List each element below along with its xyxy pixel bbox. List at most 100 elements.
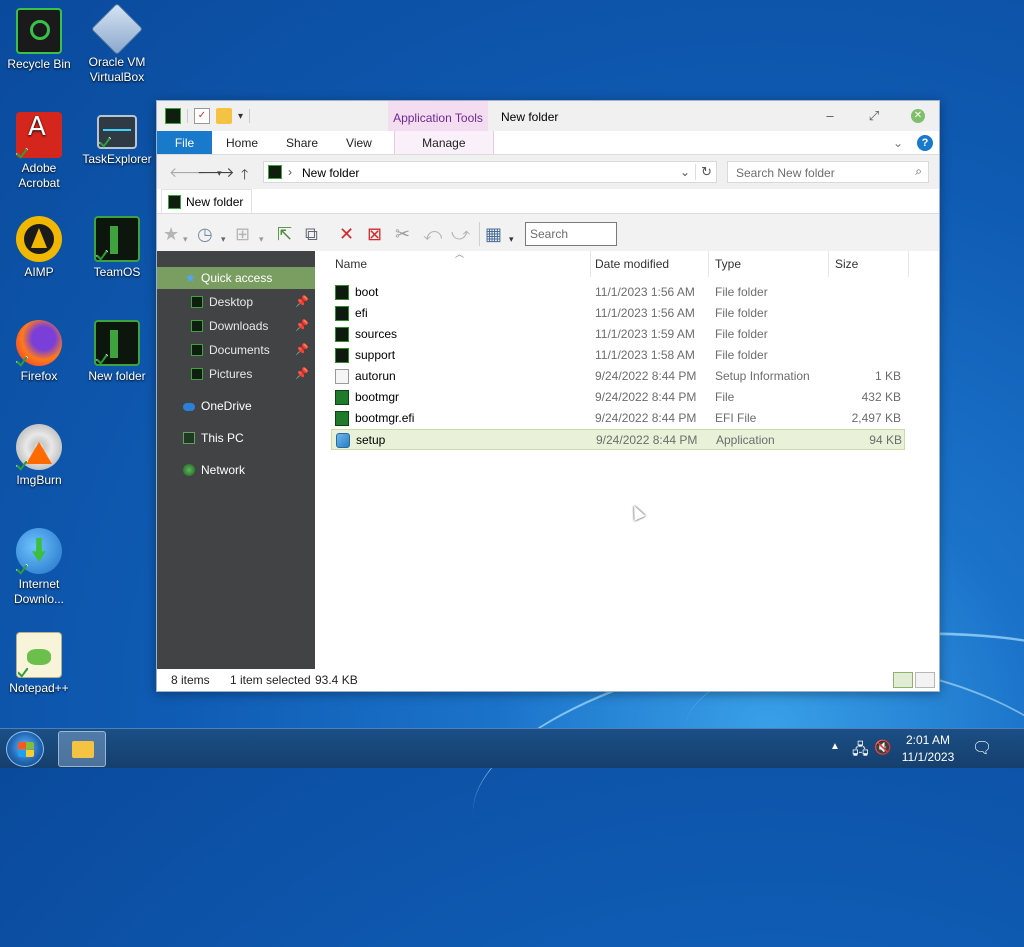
nav-item-onedrive[interactable]: OneDrive bbox=[157, 395, 315, 417]
new-folder-icon[interactable] bbox=[216, 108, 232, 124]
network-icon[interactable]: 🖧 bbox=[852, 739, 869, 779]
nav-item-network[interactable]: Network bbox=[157, 459, 315, 481]
cut-icon[interactable]: ✂ bbox=[395, 225, 410, 243]
file-row[interactable]: sources 11/1/2023 1:59 AM File folder bbox=[331, 324, 905, 345]
nav-item-documents[interactable]: Documents 📌 bbox=[157, 339, 315, 361]
desktop-icon-recycle-bin[interactable]: Recycle Bin bbox=[0, 8, 78, 72]
chevron-right-icon[interactable]: › bbox=[288, 165, 292, 179]
file-row-selected[interactable]: setup 9/24/2022 8:44 PM Application 94 K… bbox=[331, 429, 905, 450]
desktop-icon-adobe-acrobat[interactable]: A Adobe Acrobat bbox=[0, 112, 78, 191]
app-icon[interactable] bbox=[165, 108, 181, 124]
undo-icon[interactable]: ⤺ bbox=[423, 225, 442, 243]
file-date: 9/24/2022 8:44 PM bbox=[595, 390, 697, 404]
maximize-icon[interactable]: ⤢ bbox=[865, 107, 883, 125]
desktop-icon-internet-download[interactable]: Internet Downlo... bbox=[0, 528, 78, 607]
tab-home[interactable]: Home bbox=[212, 131, 272, 154]
desktop-icon-virtualbox[interactable]: Oracle VM VirtualBox bbox=[78, 2, 156, 85]
desktop-icon-taskexplorer[interactable]: TaskExplorer bbox=[78, 115, 156, 167]
folder-icon bbox=[191, 320, 203, 332]
file-name: bootmgr.efi bbox=[355, 411, 415, 425]
redo-icon[interactable]: ⤻ bbox=[451, 225, 470, 243]
pin-icon[interactable]: 📌 bbox=[295, 291, 309, 313]
copy-to-icon[interactable]: ⧉ bbox=[305, 225, 318, 243]
history-icon[interactable]: ◷ bbox=[197, 225, 213, 243]
nav-item-label: Desktop bbox=[209, 295, 254, 309]
file-row[interactable]: autorun 9/24/2022 8:44 PM Setup Informat… bbox=[331, 366, 905, 387]
pin-icon[interactable]: 📌 bbox=[295, 315, 309, 337]
large-icons-view-icon[interactable] bbox=[915, 672, 935, 688]
star-icon[interactable]: ★ bbox=[163, 225, 179, 243]
desktop-icon-label: TaskExplorer bbox=[82, 152, 152, 166]
column-date-modified[interactable]: Date modified bbox=[589, 251, 709, 277]
tab-file[interactable]: File bbox=[157, 131, 212, 154]
delete-icon[interactable]: ✕ bbox=[339, 225, 354, 243]
desktop-icon-imgburn[interactable]: ImgBurn bbox=[0, 424, 78, 488]
view-layout-icon[interactable]: ▦ bbox=[485, 225, 502, 243]
nav-item-quick-access[interactable]: ★ Quick access bbox=[157, 267, 315, 289]
nav-item-label: OneDrive bbox=[201, 399, 252, 413]
customize-qat-icon[interactable]: ▾ bbox=[238, 111, 243, 122]
aimp-icon bbox=[16, 216, 62, 262]
nav-item-this-pc[interactable]: This PC bbox=[157, 427, 315, 449]
file-row[interactable]: support 11/1/2023 1:58 AM File folder bbox=[331, 345, 905, 366]
action-center-icon[interactable]: 🗨 bbox=[972, 738, 992, 778]
start-button[interactable] bbox=[6, 731, 44, 767]
chevron-down-icon[interactable]: ▾ bbox=[221, 230, 226, 248]
selection-size: 93.4 KB bbox=[315, 673, 358, 687]
taskbar-file-explorer[interactable] bbox=[58, 731, 106, 767]
desktop-icon-new-folder[interactable]: New folder bbox=[78, 320, 156, 384]
folder-icon bbox=[191, 296, 203, 308]
details-view-icon[interactable] bbox=[893, 672, 913, 688]
forward-icon[interactable]: 🡒 bbox=[197, 164, 235, 181]
tab-share[interactable]: Share bbox=[272, 131, 332, 154]
recent-locations-icon[interactable]: ▾ bbox=[217, 168, 222, 179]
nav-item-label: This PC bbox=[201, 431, 244, 445]
minimize-icon[interactable]: – bbox=[821, 107, 839, 125]
clock[interactable]: 2:01 AM 11/1/2023 bbox=[896, 732, 960, 766]
nav-item-pictures[interactable]: Pictures 📌 bbox=[157, 363, 315, 385]
tab-manage[interactable]: Manage bbox=[393, 131, 494, 154]
help-icon[interactable]: ? bbox=[917, 135, 933, 151]
pin-icon[interactable]: 📌 bbox=[295, 339, 309, 361]
windows-flag-icon[interactable]: ⊞ bbox=[235, 225, 250, 243]
column-name[interactable]: Name bbox=[329, 251, 591, 277]
chevron-down-icon[interactable]: ▾ bbox=[259, 230, 264, 248]
desktop-icon-teamos[interactable]: TeamOS bbox=[78, 216, 156, 280]
file-row[interactable]: efi 11/1/2023 1:56 AM File folder bbox=[331, 303, 905, 324]
nav-item-downloads[interactable]: Downloads 📌 bbox=[157, 315, 315, 337]
file-row[interactable]: bootmgr.efi 9/24/2022 8:44 PM EFI File 2… bbox=[331, 408, 905, 429]
chevron-down-icon[interactable]: ⌄ bbox=[680, 165, 690, 179]
file-row[interactable]: bootmgr 9/24/2022 8:44 PM File 432 KB bbox=[331, 387, 905, 408]
tab-view[interactable]: View bbox=[332, 131, 386, 154]
search-input[interactable]: Search New folder ⌕ bbox=[727, 161, 929, 183]
address-bar[interactable]: › New folder ⌄ ↻ bbox=[263, 161, 717, 183]
up-icon[interactable]: 🡑 bbox=[241, 164, 248, 188]
chevron-down-icon[interactable]: ▾ bbox=[183, 230, 188, 248]
volume-muted-icon[interactable]: 🔇 bbox=[874, 739, 891, 779]
refresh-icon[interactable]: ↻ bbox=[695, 164, 712, 180]
teamos-icon bbox=[94, 216, 140, 262]
nav-item-desktop[interactable]: Desktop 📌 bbox=[157, 291, 315, 313]
file-row[interactable]: boot 11/1/2023 1:56 AM File folder bbox=[331, 282, 905, 303]
desktop-icon-aimp[interactable]: AIMP bbox=[0, 216, 78, 280]
navigation-pane: ★ Quick access Desktop 📌 Downloads 📌 Doc… bbox=[157, 251, 315, 669]
chevron-down-icon[interactable]: ▾ bbox=[509, 230, 514, 248]
column-type[interactable]: Type bbox=[709, 251, 829, 277]
move-to-icon[interactable]: ⇱ bbox=[277, 225, 292, 243]
file-type: Application bbox=[716, 433, 775, 447]
close-icon[interactable]: ✕ bbox=[911, 109, 925, 123]
delete-permanently-icon[interactable]: ⊠ bbox=[367, 225, 382, 243]
expand-ribbon-icon[interactable]: ⌄ bbox=[893, 136, 903, 150]
file-date: 11/1/2023 1:58 AM bbox=[595, 348, 695, 362]
desktop-icon-firefox[interactable]: Firefox bbox=[0, 320, 78, 384]
toolbar-search-input[interactable]: Search bbox=[525, 222, 617, 246]
address-path[interactable]: New folder bbox=[302, 166, 359, 180]
properties-icon[interactable]: ✓ bbox=[194, 108, 210, 124]
folder-tab[interactable]: New folder bbox=[161, 189, 253, 213]
show-hidden-icons[interactable]: ▲ bbox=[830, 741, 840, 781]
folder-icon bbox=[94, 320, 140, 366]
column-size[interactable]: Size bbox=[829, 251, 909, 277]
desktop-icon-label: Recycle Bin bbox=[7, 57, 71, 71]
desktop-icon-notepadpp[interactable]: Notepad++ bbox=[0, 632, 78, 696]
pin-icon[interactable]: 📌 bbox=[295, 363, 309, 385]
